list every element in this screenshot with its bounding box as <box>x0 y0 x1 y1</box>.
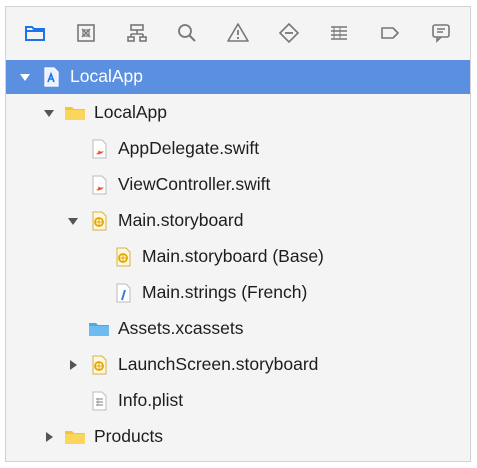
warning-icon[interactable] <box>223 18 253 48</box>
navigator-toolbar <box>6 7 470 59</box>
swift-file-icon <box>88 138 110 160</box>
tree-row-label: AppDelegate.swift <box>118 138 260 159</box>
disclosure-collapsed-icon[interactable] <box>42 430 56 444</box>
disclosure-expanded-icon[interactable] <box>66 214 80 228</box>
tree-row-label: Main.strings (French) <box>142 282 308 303</box>
tree-row-folder[interactable]: Products <box>6 420 470 454</box>
folder-icon <box>64 102 86 124</box>
storyboard-icon <box>88 354 110 376</box>
disclosure-expanded-icon[interactable] <box>42 106 56 120</box>
project-icon <box>40 66 62 88</box>
tree-row-label: ViewController.swift <box>118 174 271 195</box>
tree-row-label: LaunchScreen.storyboard <box>118 354 319 375</box>
storyboard-icon <box>112 246 134 268</box>
tree-row-project[interactable]: LocalApp <box>6 60 470 94</box>
tree-row-file[interactable]: Info.plist <box>6 384 470 418</box>
tree-row-file[interactable]: AppDelegate.swift <box>6 132 470 166</box>
hierarchy-icon[interactable] <box>122 18 152 48</box>
tree-row-label: Assets.xcassets <box>118 318 244 339</box>
breakpoint-diamond-icon[interactable] <box>274 18 304 48</box>
project-navigator: LocalApp LocalApp AppDelegate.swift View… <box>5 6 471 462</box>
disclosure-collapsed-icon[interactable] <box>66 358 80 372</box>
tree-row-label: Main.storyboard <box>118 210 244 231</box>
tree-row-label: Main.storyboard (Base) <box>142 246 324 267</box>
strings-file-icon <box>112 282 134 304</box>
tree-row-file[interactable]: ViewController.swift <box>6 168 470 202</box>
folder-icon[interactable] <box>20 18 50 48</box>
source-control-icon[interactable] <box>71 18 101 48</box>
tree-row-label: LocalApp <box>70 66 143 87</box>
chat-icon[interactable] <box>426 18 456 48</box>
swift-file-icon <box>88 174 110 196</box>
plist-file-icon <box>88 390 110 412</box>
tree-row-folder[interactable]: LocalApp <box>6 96 470 130</box>
tree-row-label: Products <box>94 426 164 447</box>
tree-row-file[interactable]: LaunchScreen.storyboard <box>6 348 470 382</box>
tree-row-file[interactable]: Main.storyboard <box>6 204 470 238</box>
tree-row-file[interactable]: Main.strings (French) <box>6 276 470 310</box>
folder-icon <box>64 426 86 448</box>
tag-icon[interactable] <box>375 18 405 48</box>
tree-row-label: Info.plist <box>118 390 184 411</box>
tree-row-label: LocalApp <box>94 102 167 123</box>
list-icon[interactable] <box>324 18 354 48</box>
search-icon[interactable] <box>172 18 202 48</box>
disclosure-expanded-icon[interactable] <box>18 70 32 84</box>
tree-row-file[interactable]: Assets.xcassets <box>6 312 470 346</box>
assets-folder-icon <box>88 318 110 340</box>
tree-row-file[interactable]: Main.storyboard (Base) <box>6 240 470 274</box>
storyboard-icon <box>88 210 110 232</box>
